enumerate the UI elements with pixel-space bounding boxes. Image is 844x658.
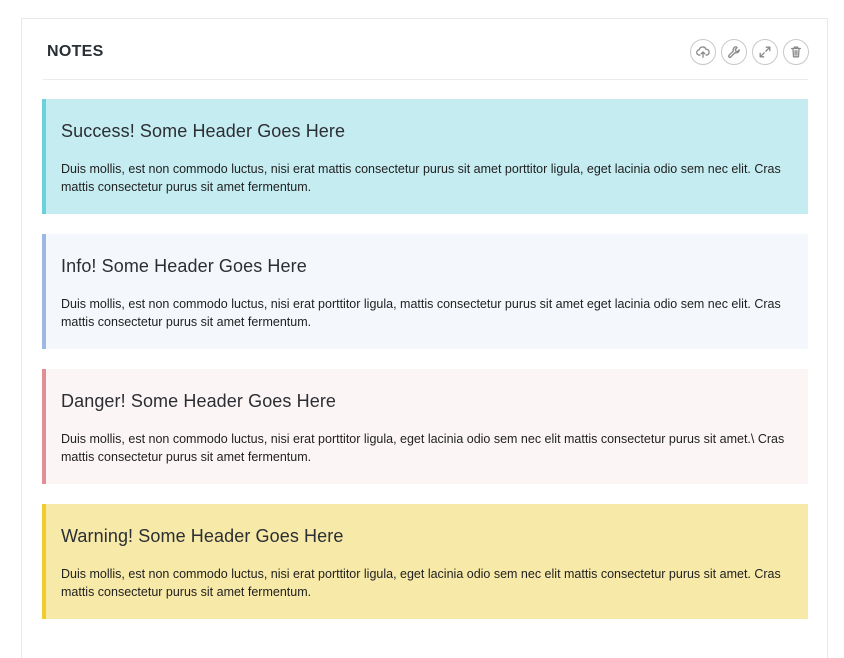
expand-icon (759, 46, 771, 58)
note-header: Danger! Some Header Goes Here (61, 391, 337, 411)
note-body: Duis mollis, est non commodo luctus, nis… (61, 297, 781, 329)
panel-title: NOTES (47, 43, 104, 60)
note-body: Duis mollis, est non commodo luctus, nis… (61, 162, 781, 194)
note-danger: Danger! Some Header Goes Here Duis molli… (42, 369, 808, 484)
settings-button[interactable] (721, 39, 747, 65)
panel-tools (690, 39, 809, 65)
note-header: Success! Some Header Goes Here (61, 121, 346, 141)
cloud-upload-icon (696, 46, 710, 58)
upload-button[interactable] (690, 39, 716, 65)
note-success: Success! Some Header Goes Here Duis moll… (42, 99, 808, 214)
delete-button[interactable] (783, 39, 809, 65)
note-info: Info! Some Header Goes Here Duis mollis,… (42, 234, 808, 349)
note-warning: Warning! Some Header Goes Here Duis moll… (42, 504, 808, 619)
panel-header: NOTES (43, 19, 809, 80)
note-body: Duis mollis, est non commodo luctus, nis… (61, 432, 785, 464)
note-header: Info! Some Header Goes Here (61, 256, 307, 276)
note-header: Warning! Some Header Goes Here (61, 526, 344, 546)
note-body: Duis mollis, est non commodo luctus, nis… (61, 567, 781, 599)
notes-panel: NOTES Success! Some Header Goes Here Dui… (21, 18, 828, 658)
trash-icon (790, 46, 802, 58)
expand-button[interactable] (752, 39, 778, 65)
wrench-icon (728, 46, 740, 58)
